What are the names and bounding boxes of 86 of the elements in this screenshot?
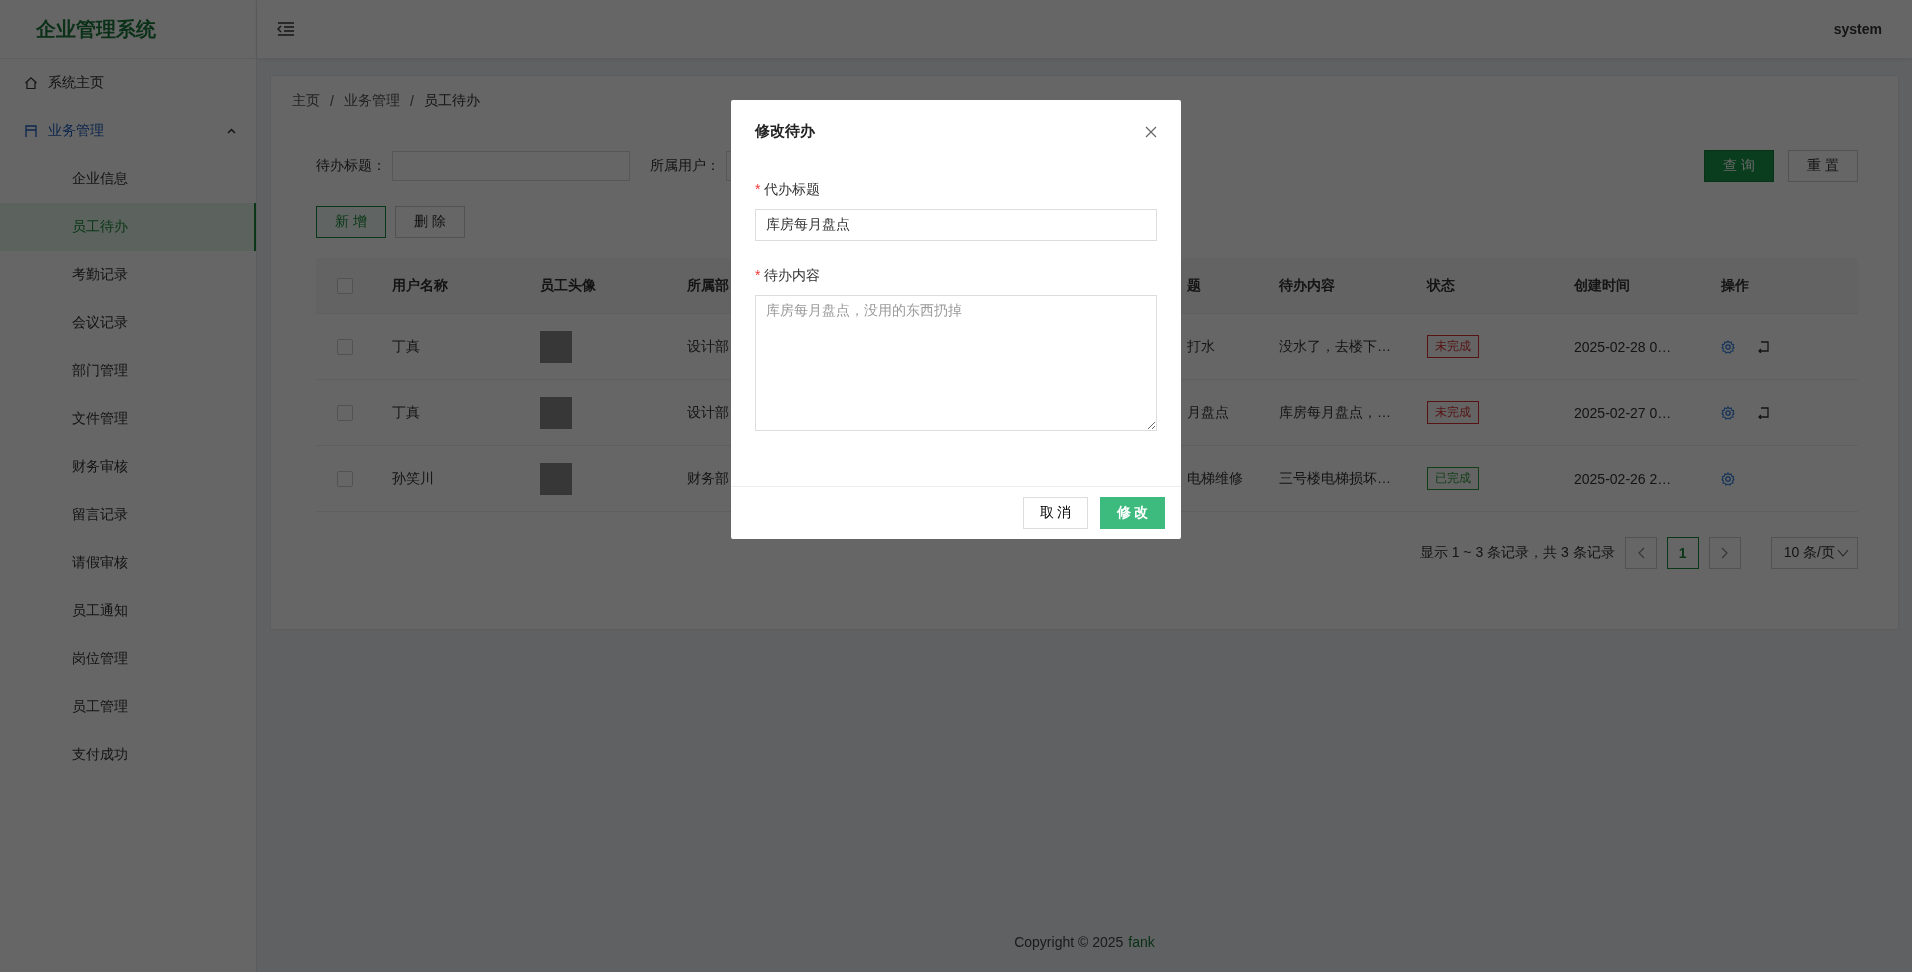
sidebar-item[interactable]: 员工通知 [0,587,256,635]
user-name[interactable]: system [1833,21,1882,37]
sidebar-item[interactable]: 支付成功 [0,731,256,779]
toolbar-button[interactable]: 删 除 [394,206,465,238]
status-tag: 已完成 [1427,467,1479,490]
table-cell: 财务部 [687,469,729,488]
sidebar-group[interactable]: 业务管理 [0,107,256,155]
caret-icon [227,128,236,134]
breadcrumb-item[interactable]: 主页 [292,92,320,110]
table-cell: 丁真 [392,403,420,422]
table-cell: 月盘点 [1187,403,1229,422]
sidebar-item[interactable]: 会议记录 [0,299,256,347]
dialog-button[interactable]: 修 改 [1100,497,1165,529]
status-tag: 未完成 [1427,335,1479,358]
chevron-left-icon [1636,547,1645,559]
filter-label: 待办标题： [316,157,386,175]
page-size-value: 10 条/页 [1783,544,1835,562]
app-title: 企业管理系统 [0,0,256,59]
table-cell: 设计部 [687,337,729,356]
text-area[interactable]: 库房每月盘点，没用的东西扔掉 [755,295,1157,431]
table-cell: 三号楼电梯损坏… [1279,469,1391,488]
sidebar-item[interactable]: 留言记录 [0,491,256,539]
home-icon [24,76,38,90]
table-cell: 孙笑川 [392,469,434,488]
required-mark: * [755,181,761,199]
next-page-button[interactable] [1708,537,1741,569]
column-header: 员工头像 [540,276,596,295]
table-cell: 没水了，去楼下… [1279,337,1391,356]
breadcrumb-separator: / [330,93,334,109]
table-cell: 2025-02-26 2… [1574,470,1672,487]
table-cell: 电梯维修 [1187,469,1243,488]
close-icon[interactable] [1145,125,1157,138]
search-button[interactable]: 查 询 [1704,150,1775,182]
field-label: 代办标题 [764,181,821,199]
return-icon[interactable] [1757,340,1770,353]
table-cell: 2025-02-27 0… [1574,404,1672,421]
column-header: 待办内容 [1279,276,1335,295]
table-cell: 库房每月盘点，… [1279,403,1391,422]
breadcrumb-separator: / [409,93,414,109]
column-header: 状态 [1427,276,1455,295]
dialog-title: 修改待办 [755,122,815,141]
filter-label: 所属用户： [650,157,720,175]
page-size-select[interactable]: 10 条/页 [1770,537,1858,569]
sidebar-item[interactable]: 请假审核 [0,539,256,587]
photo-placeholder [540,330,572,363]
sidebar-item[interactable]: 员工待办 [0,203,256,251]
sidebar-item[interactable]: 企业信息 [0,155,256,203]
sidebar-item[interactable]: 系统主页 [0,59,256,107]
settings-icon[interactable] [1721,405,1735,420]
toolbar-button[interactable]: 新 增 [316,206,386,238]
settings-icon[interactable] [1721,471,1735,486]
settings-icon[interactable] [1721,339,1735,354]
sidebar-item[interactable]: 文件管理 [0,395,256,443]
sidebar-item[interactable]: 考勤记录 [0,251,256,299]
status-tag: 未完成 [1427,401,1479,424]
page-button[interactable]: 1 [1666,537,1699,569]
photo-placeholder [540,396,572,429]
column-header: 用户名称 [392,276,448,295]
table-cell: 丁真 [392,337,420,356]
column-header: 所属部 [687,276,729,295]
breadcrumb-item[interactable]: 员工待办 [423,92,480,110]
sidebar-item[interactable]: 岗位管理 [0,635,256,683]
copyright-text: Copyright © 2025 [1014,934,1124,950]
sidebar-item[interactable]: 部门管理 [0,347,256,395]
author-link[interactable]: fank [1128,934,1155,950]
return-icon[interactable] [1757,406,1770,419]
chevron-right-icon [1720,547,1729,559]
column-header: 操作 [1721,276,1749,295]
previous-page-button[interactable] [1624,537,1657,569]
menu-icon[interactable] [277,21,295,37]
breadcrumb-item[interactable]: 业务管理 [343,92,400,110]
required-mark: * [755,267,761,285]
search-button[interactable]: 重 置 [1788,150,1858,182]
column-header: 题 [1187,276,1201,295]
table-cell: 打水 [1187,337,1215,356]
table-cell: 设计部 [687,403,729,422]
sidebar-item[interactable]: 财务审核 [0,443,256,491]
input-field[interactable]: 库房每月盘点 [755,209,1157,241]
column-header: 创建时间 [1574,276,1630,295]
pagination-summary: 显示 1 ~ 3 条记录，共 3 条记录 [1419,544,1615,562]
chevron-down-icon [1837,549,1849,557]
table-cell: 2025-02-28 0… [1574,338,1672,355]
field-label: 待办内容 [764,267,821,285]
photo-placeholder [540,462,572,495]
sidebar-item[interactable]: 员工管理 [0,683,256,731]
dialog-button[interactable]: 取 消 [1023,497,1088,529]
